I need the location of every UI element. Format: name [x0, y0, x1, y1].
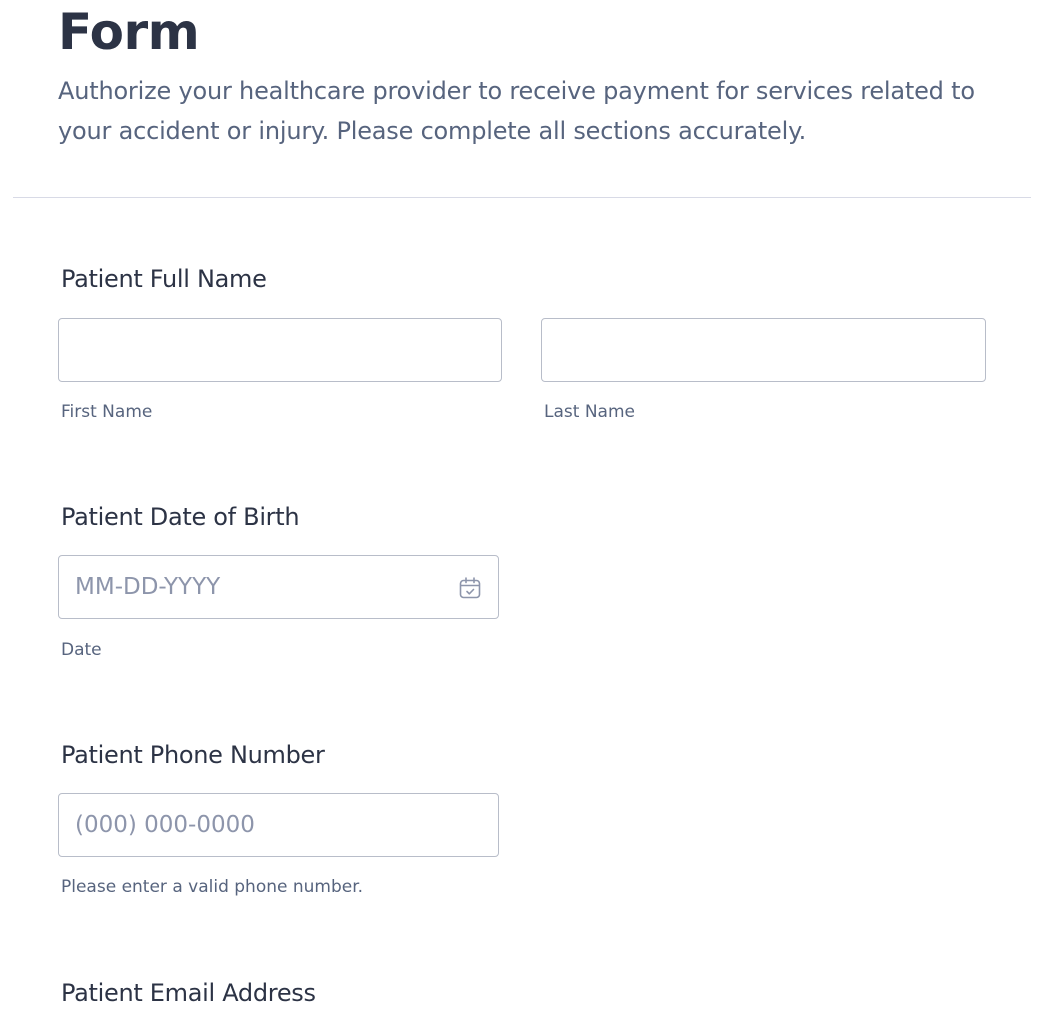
phone-number-field-box [58, 793, 499, 857]
email-address-label: Patient Email Address [61, 979, 316, 1007]
last-name-field-box [541, 318, 986, 382]
last-name-sublabel: Last Name [544, 402, 635, 422]
form-title: Form [58, 3, 200, 61]
date-of-birth-label: Patient Date of Birth [61, 503, 300, 531]
first-name-input[interactable] [59, 319, 501, 381]
date-of-birth-field-box [58, 555, 499, 619]
form-page: Form Authorize your healthcare provider … [0, 0, 1044, 1011]
first-name-sublabel: First Name [61, 402, 153, 422]
phone-number-sublabel: Please enter a valid phone number. [61, 877, 364, 897]
first-name-field-box [58, 318, 502, 382]
header-divider [13, 197, 1031, 198]
full-name-label: Patient Full Name [61, 265, 267, 293]
form-subtitle: Authorize your healthcare provider to re… [58, 77, 975, 145]
phone-number-input[interactable] [59, 794, 498, 856]
calendar-icon[interactable] [458, 576, 482, 600]
last-name-input[interactable] [542, 319, 985, 381]
date-of-birth-input[interactable] [59, 556, 498, 618]
phone-number-label: Patient Phone Number [61, 741, 325, 769]
date-of-birth-sublabel: Date [61, 640, 102, 660]
